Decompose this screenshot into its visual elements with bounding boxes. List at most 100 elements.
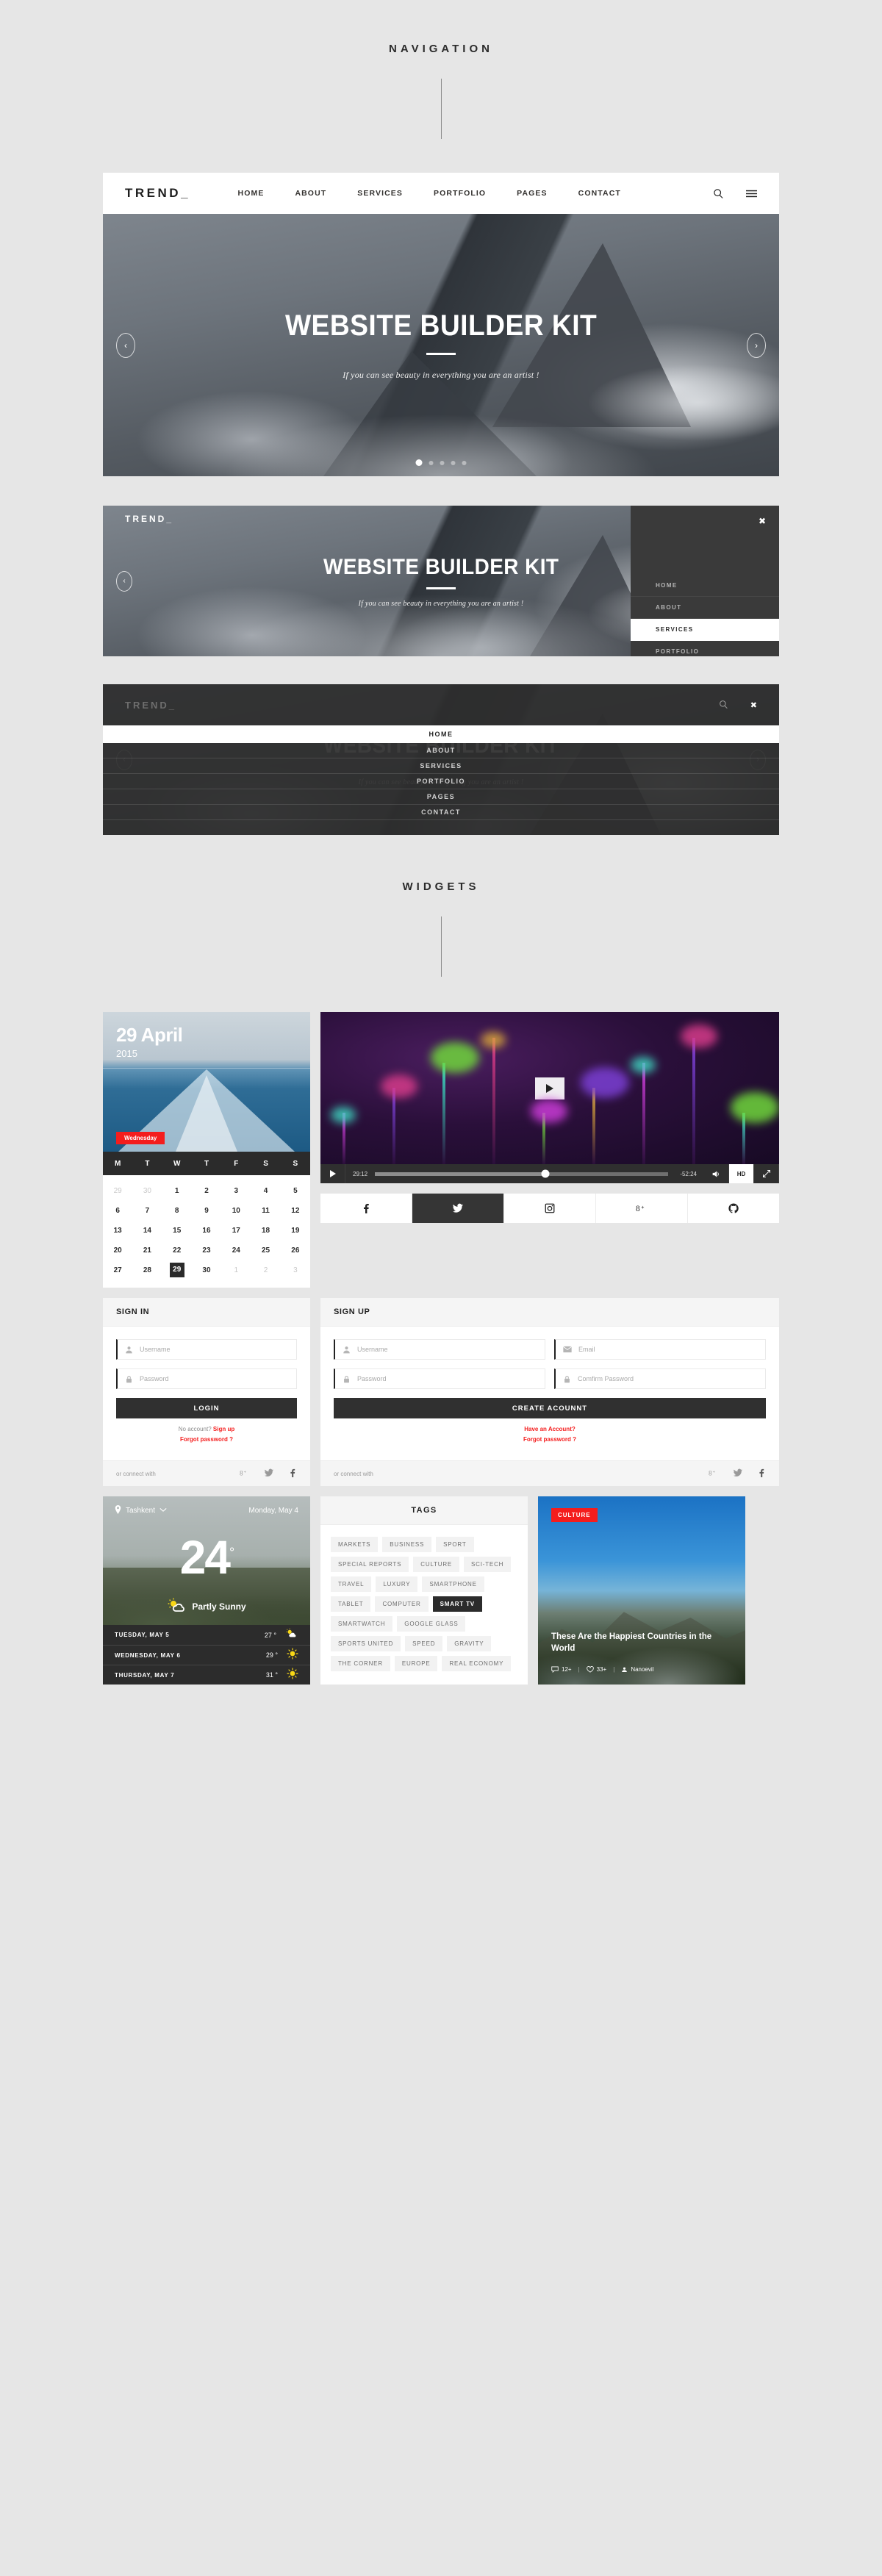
calendar-day[interactable]: 6 [103, 1201, 132, 1221]
tag-chip[interactable]: THE CORNER [331, 1656, 390, 1671]
social-google-plus-button[interactable]: 8 + [596, 1194, 688, 1223]
calendar-day[interactable]: 25 [251, 1241, 280, 1260]
signup-password-field[interactable] [334, 1368, 545, 1389]
tag-chip[interactable]: SPEED [405, 1636, 443, 1651]
calendar-day[interactable]: 23 [192, 1241, 221, 1260]
video-quality-button[interactable]: HD [729, 1164, 754, 1183]
calendar-day[interactable]: 11 [251, 1201, 280, 1221]
tag-chip[interactable]: EUROPE [394, 1656, 438, 1671]
video-screen[interactable] [320, 1012, 779, 1164]
carousel-dot-2[interactable] [429, 460, 434, 465]
article-category-badge[interactable]: CULTURE [551, 1508, 598, 1522]
calendar-day[interactable]: 28 [132, 1260, 162, 1280]
calendar-day[interactable]: 3 [221, 1181, 251, 1201]
hamburger-icon[interactable] [746, 188, 757, 199]
tag-chip[interactable]: SCI-TECH [464, 1557, 512, 1572]
calendar-day[interactable]: 29 [103, 1181, 132, 1201]
tag-chip[interactable]: SPECIAL REPORTS [331, 1557, 409, 1572]
calendar-day[interactable]: 3 [281, 1260, 310, 1280]
create-account-button[interactable]: CREATE ACOUNNT [334, 1398, 766, 1418]
signup-have-account-link[interactable]: Have an Account? [334, 1426, 766, 1432]
overlay-item-portfolio[interactable]: PORTFOLIO [103, 774, 779, 789]
drawer-item-home[interactable]: HOME [631, 575, 779, 597]
calendar-day[interactable]: 17 [221, 1221, 251, 1241]
social-github-button[interactable] [688, 1194, 779, 1223]
tag-chip[interactable]: COMPUTER [375, 1596, 429, 1612]
nav-item-contact[interactable]: CONTACT [578, 189, 621, 198]
tag-chip[interactable]: TRAVEL [331, 1576, 372, 1592]
social-instagram-button[interactable] [504, 1194, 596, 1223]
tag-chip[interactable]: GOOGLE GLASS [397, 1616, 466, 1632]
chevron-down-icon[interactable] [159, 1507, 167, 1515]
login-button[interactable]: LOGIN [116, 1398, 297, 1418]
volume-icon[interactable] [704, 1164, 729, 1183]
drawer-close-icon[interactable]: ✖ [631, 506, 779, 526]
overlay-close-icon[interactable]: ✖ [750, 700, 757, 710]
twitter-icon[interactable] [265, 1468, 273, 1479]
calendar-day-selected[interactable]: 29 [169, 1263, 184, 1277]
google-plus-icon[interactable]: 8 + [709, 1468, 719, 1479]
nav-item-services[interactable]: SERVICES [357, 189, 403, 198]
calendar-day[interactable]: 18 [251, 1221, 280, 1241]
nav-item-home[interactable]: HOME [238, 189, 265, 198]
tag-chip[interactable]: MARKETS [331, 1537, 379, 1552]
calendar-day[interactable]: 10 [221, 1201, 251, 1221]
nav-item-about[interactable]: ABOUT [295, 189, 326, 198]
facebook-icon[interactable] [288, 1468, 297, 1479]
calendar-day[interactable]: 9 [192, 1201, 221, 1221]
twitter-icon[interactable] [734, 1468, 742, 1479]
calendar-day[interactable]: 24 [221, 1241, 251, 1260]
calendar-day[interactable]: 16 [192, 1221, 221, 1241]
social-facebook-button[interactable] [320, 1194, 412, 1223]
video-progress-slider[interactable] [375, 1169, 669, 1178]
drawer-item-portfolio[interactable]: PORTFOLIO [631, 641, 779, 656]
carousel-dot-3[interactable] [440, 460, 445, 465]
calendar-day[interactable]: 2 [192, 1181, 221, 1201]
calendar-day[interactable]: 14 [132, 1221, 162, 1241]
signin-password-field[interactable] [116, 1368, 297, 1389]
video-progress-handle[interactable] [541, 1169, 550, 1178]
calendar-day[interactable]: 4 [251, 1181, 280, 1201]
tag-chip-active[interactable]: SMART TV [432, 1596, 482, 1612]
calendar-day[interactable]: 20 [103, 1241, 132, 1260]
tag-chip[interactable]: CULTURE [413, 1557, 460, 1572]
facebook-icon[interactable] [757, 1468, 766, 1479]
carousel-next-button[interactable]: › [747, 332, 766, 358]
drawer-item-services[interactable]: SERVICES [631, 619, 779, 641]
signup-username-field[interactable] [334, 1339, 545, 1360]
overlay-item-home[interactable]: HOME [103, 725, 779, 743]
tag-chip[interactable]: GRAVITY [447, 1636, 492, 1651]
calendar-day[interactable]: 22 [162, 1241, 192, 1260]
signin-signup-link[interactable]: Sign up [213, 1426, 234, 1432]
calendar-day[interactable]: 27 [103, 1260, 132, 1280]
signup-confirm-password-field[interactable] [554, 1368, 766, 1389]
overlay-item-contact[interactable]: CONTACT [103, 805, 779, 820]
calendar-day[interactable]: 21 [132, 1241, 162, 1260]
calendar-day[interactable]: 15 [162, 1221, 192, 1241]
tag-chip[interactable]: SMARTWATCH [331, 1616, 393, 1632]
overlay-item-about[interactable]: ABOUT [103, 743, 779, 758]
signup-username-input[interactable] [357, 1346, 537, 1353]
calendar-day[interactable]: 8 [162, 1201, 192, 1221]
calendar-day[interactable]: 13 [103, 1221, 132, 1241]
brand-logo[interactable]: TREND_ [125, 186, 188, 201]
calendar-day[interactable]: 19 [281, 1221, 310, 1241]
fullscreen-icon[interactable] [754, 1164, 779, 1183]
drawer-item-about[interactable]: ABOUT [631, 597, 779, 619]
overlay-brand-logo[interactable]: TREND_ [125, 700, 176, 711]
calendar-day[interactable]: 1 [162, 1181, 192, 1201]
tag-chip[interactable]: SPORT [436, 1537, 474, 1552]
carousel-dot-4[interactable] [451, 460, 456, 465]
calendar-day[interactable]: 2 [251, 1260, 280, 1280]
calendar-day[interactable]: 7 [132, 1201, 162, 1221]
signin-password-input[interactable] [140, 1375, 289, 1382]
signup-confirm-password-input[interactable] [578, 1375, 758, 1382]
signup-email-input[interactable] [578, 1346, 758, 1353]
carousel-prev-button[interactable]: ‹ [116, 332, 135, 358]
calendar-day[interactable]: 1 [221, 1260, 251, 1280]
carousel-dot-5[interactable] [462, 460, 467, 465]
video-play-overlay-button[interactable] [535, 1077, 564, 1099]
nav-item-portfolio[interactable]: PORTFOLIO [434, 189, 486, 198]
overlay-item-pages[interactable]: PAGES [103, 789, 779, 805]
tag-chip[interactable]: SMARTPHONE [422, 1576, 484, 1592]
